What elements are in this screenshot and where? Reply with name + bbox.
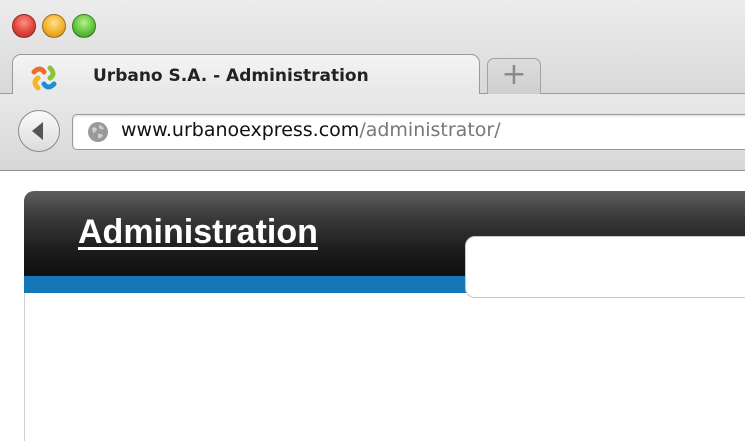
tab-title: Urbano S.A. - Administration	[93, 66, 369, 86]
close-window-button[interactable]	[12, 14, 36, 38]
page-content: Administration	[0, 171, 745, 441]
back-button[interactable]	[18, 110, 60, 152]
url-path: /administrator/	[359, 119, 501, 141]
globe-icon	[88, 122, 108, 142]
new-tab-button[interactable]: +	[487, 58, 541, 94]
back-arrow-icon	[32, 122, 43, 140]
administration-link[interactable]: Administration	[78, 213, 318, 252]
url-domain: www.urbanoexpress.com	[121, 119, 360, 141]
maximize-window-button[interactable]	[72, 14, 96, 38]
content-area	[24, 293, 745, 441]
address-bar[interactable]: www.urbanoexpress.com/administrator/	[72, 114, 745, 150]
url-text: www.urbanoexpress.com/administrator/	[121, 119, 501, 141]
browser-chrome: Urbano S.A. - Administration + www.urban…	[0, 0, 745, 171]
login-panel	[465, 236, 745, 298]
browser-toolbar: www.urbanoexpress.com/administrator/	[0, 94, 745, 170]
tab-active[interactable]: Urbano S.A. - Administration	[12, 54, 480, 98]
joomla-icon	[31, 65, 57, 91]
minimize-window-button[interactable]	[42, 14, 66, 38]
